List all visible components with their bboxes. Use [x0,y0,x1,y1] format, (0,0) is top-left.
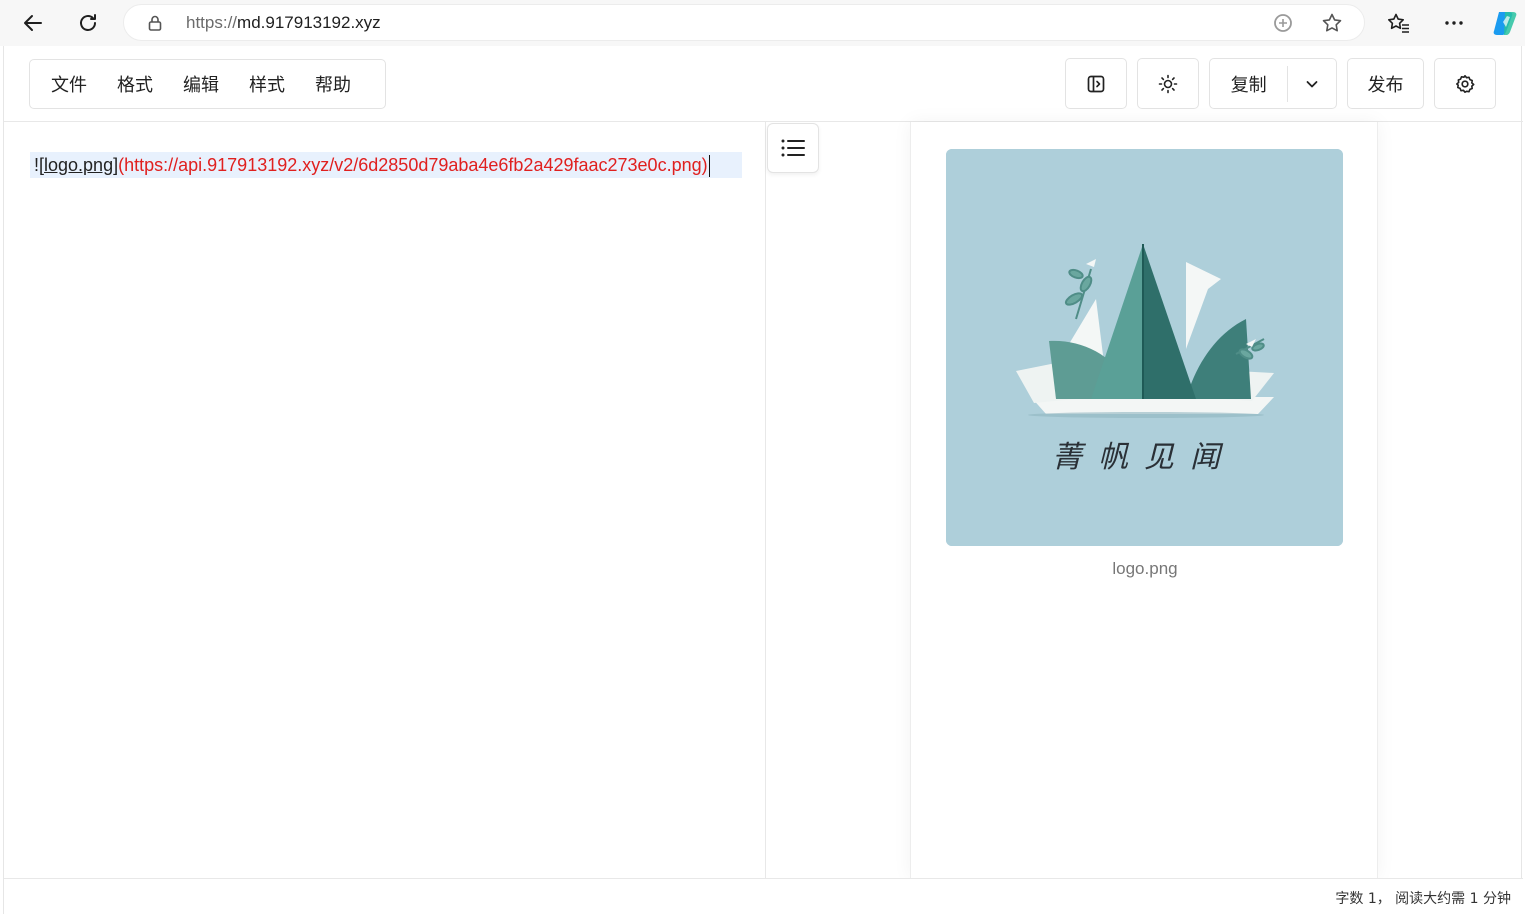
word-count-status: 字数 1， 阅读大约需 1 分钟 [1335,891,1511,907]
preview-gutter [767,122,910,878]
copilot-icon[interactable] [1489,6,1523,40]
copy-split-button: 复制 [1209,58,1337,109]
logo-illustration: 菁帆见闻 [946,149,1343,546]
md-image-open: ![ [34,155,45,175]
panel-toggle-icon [1087,75,1105,92]
text-cursor [708,155,710,178]
theme-toggle-button[interactable] [1137,58,1199,109]
md-image-url: (https://api.917913192.xyz/v2/6d2850d79a… [118,155,708,175]
menu-style[interactable]: 样式 [236,60,302,108]
copy-dropdown-chevron-down-icon[interactable] [1288,77,1336,91]
favorite-star-icon[interactable] [1321,12,1343,34]
publish-button[interactable]: 发布 [1347,58,1424,109]
refresh-icon[interactable] [71,6,105,40]
menu-format[interactable]: 格式 [104,60,170,108]
copy-button[interactable]: 复制 [1210,71,1287,97]
browser-toolbar: https://md.917913192.xyz [0,0,1525,46]
list-icon [781,139,805,157]
editor-pane[interactable]: ![logo.png](https://api.917913192.xyz/v2… [4,122,766,878]
publish-button-label: 发布 [1367,74,1404,96]
app-toolbar: 文件 格式 编辑 样式 帮助 复制 发布 [4,46,1523,122]
image-caption: logo.png [1112,559,1178,578]
favorites-icon[interactable] [1382,6,1416,40]
markdown-editor-app: 文件 格式 编辑 样式 帮助 复制 发布 ![logo.png](https:/… [3,46,1523,914]
url-text: https://md.917913192.xyz [186,13,381,33]
back-arrow-icon[interactable] [16,6,50,40]
preview-pane: 菁帆见闻 logo.png [910,122,1378,878]
url-scheme: https:// [186,13,238,32]
editor-line[interactable]: ![logo.png](https://api.917913192.xyz/v2… [30,152,742,178]
read-aloud-icon[interactable] [1272,12,1294,34]
address-bar[interactable]: https://md.917913192.xyz [123,4,1365,41]
toc-button[interactable] [767,123,819,173]
more-options-icon[interactable] [1437,6,1471,40]
status-bar: 字数 1， 阅读大约需 1 分钟 [4,878,1523,914]
menu-help[interactable]: 帮助 [302,60,368,108]
gear-icon [1456,74,1475,93]
url-host: md.917913192.xyz [237,13,381,32]
md-image-alt: logo.png [44,155,114,175]
menu-edit[interactable]: 编辑 [170,60,236,108]
menu-bar: 文件 格式 编辑 样式 帮助 [29,59,386,109]
menu-file[interactable]: 文件 [38,60,104,108]
logo-text: 菁帆见闻 [1052,440,1236,475]
toggle-preview-button[interactable] [1065,58,1127,109]
settings-button[interactable] [1434,58,1496,109]
lock-icon[interactable] [144,12,166,34]
sun-icon [1158,74,1178,93]
preview-image: 菁帆见闻 [946,149,1343,546]
